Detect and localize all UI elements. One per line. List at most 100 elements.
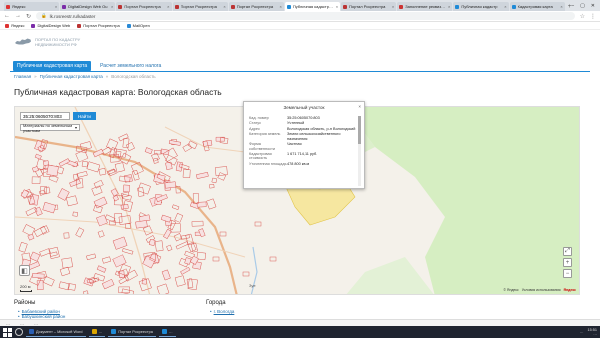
land-parcel[interactable]	[96, 265, 107, 273]
land-parcel[interactable]	[123, 174, 133, 183]
land-parcel[interactable]	[144, 147, 153, 155]
list-link[interactable]: г. Вологда	[214, 309, 235, 314]
land-parcel[interactable]	[57, 188, 70, 201]
portal-logo-text[interactable]: ПОРТАЛ ПО КАДАСТРУ НЕДВИЖИМОСТИ РФ	[35, 37, 80, 47]
land-parcel[interactable]	[42, 201, 57, 214]
browser-tab[interactable]: Публичная кадастровая карта. Вологодская…	[284, 2, 341, 11]
land-parcel[interactable]	[43, 186, 51, 194]
browser-tab[interactable]: Портал Росреестра ×	[172, 2, 228, 11]
url-field[interactable]: 🔒 lk.rosreestr.ru/kadaster	[36, 12, 575, 20]
land-parcel[interactable]	[27, 233, 35, 241]
land-parcel[interactable]	[114, 162, 125, 173]
land-parcel[interactable]	[186, 278, 194, 289]
land-parcel[interactable]	[18, 241, 28, 253]
land-parcel[interactable]	[190, 242, 198, 253]
menu-icon[interactable]: ⋮	[590, 13, 596, 20]
land-parcel[interactable]	[187, 278, 198, 291]
browser-tab[interactable]: Публичная кадастр ×	[453, 2, 509, 11]
land-parcel[interactable]	[156, 283, 170, 295]
close-tab-icon[interactable]: ×	[336, 4, 338, 9]
windows-start-icon[interactable]	[3, 327, 12, 337]
land-parcel[interactable]	[31, 176, 41, 184]
land-parcel[interactable]	[214, 166, 228, 177]
land-parcel[interactable]	[123, 184, 130, 193]
land-parcel[interactable]	[131, 169, 140, 181]
land-parcel[interactable]	[93, 273, 106, 282]
download-item[interactable]: …	[6, 321, 10, 326]
land-parcel[interactable]	[180, 266, 191, 275]
download-item[interactable]: …	[34, 321, 38, 326]
land-parcel[interactable]	[154, 240, 164, 252]
breadcrumb-home[interactable]: Главная	[14, 74, 31, 79]
land-parcel[interactable]	[161, 269, 171, 281]
land-parcel[interactable]	[242, 271, 250, 277]
download-item[interactable]: …	[20, 321, 24, 326]
land-parcel[interactable]	[29, 251, 41, 262]
fullscreen-icon[interactable]: ⤢	[563, 247, 572, 256]
land-parcel[interactable]	[196, 171, 209, 179]
zoom-in-button[interactable]: +	[563, 258, 572, 267]
land-parcel[interactable]	[33, 225, 48, 238]
browser-tab[interactable]: DigitalDesign Web Ou ×	[60, 2, 116, 11]
land-parcel[interactable]	[122, 138, 130, 148]
taskbar-app[interactable]: …	[158, 327, 176, 337]
land-parcel[interactable]	[46, 164, 59, 177]
tab-public-cadastral-map[interactable]: Публичная кадастровая карта	[13, 61, 92, 71]
land-parcel[interactable]	[112, 236, 128, 250]
bookmark-item[interactable]: DigitalDesign Web	[31, 23, 70, 28]
land-parcel[interactable]	[211, 177, 218, 184]
land-parcel[interactable]	[42, 276, 55, 287]
land-parcel[interactable]	[120, 204, 129, 210]
taskbar-app[interactable]: Документ – Microsoft Word	[26, 327, 86, 337]
browser-tab[interactable]: Портал Росреестра ×	[116, 2, 172, 11]
land-parcel[interactable]	[98, 167, 107, 176]
land-parcel[interactable]	[135, 220, 148, 229]
land-parcel[interactable]	[171, 204, 180, 210]
land-parcel[interactable]	[182, 143, 192, 152]
land-parcel[interactable]	[170, 223, 181, 233]
bookmark-star-icon[interactable]: ☆	[580, 13, 585, 20]
taskbar-app[interactable]: …	[88, 327, 106, 337]
land-parcel[interactable]	[61, 257, 73, 269]
land-parcel[interactable]	[185, 233, 194, 246]
land-parcel[interactable]	[110, 188, 119, 197]
land-parcel[interactable]	[22, 224, 36, 237]
land-parcel[interactable]	[92, 148, 104, 158]
land-parcel[interactable]	[40, 225, 50, 235]
land-parcel[interactable]	[160, 214, 172, 223]
land-parcel[interactable]	[97, 230, 105, 238]
close-window-icon[interactable]: ✕	[591, 3, 595, 9]
land-parcel[interactable]	[34, 153, 42, 160]
land-parcel[interactable]	[83, 290, 89, 295]
close-tab-icon[interactable]: ×	[392, 4, 394, 9]
land-parcel[interactable]	[254, 221, 262, 227]
bookmark-item[interactable]: Яндекс	[5, 23, 24, 28]
clock[interactable]: 15:51…	[587, 328, 597, 336]
land-parcel[interactable]	[122, 248, 134, 255]
land-parcel[interactable]	[219, 231, 227, 237]
land-parcel[interactable]	[163, 228, 172, 240]
land-parcel[interactable]	[66, 195, 78, 207]
search-icon[interactable]	[15, 328, 23, 336]
attribution-copyright[interactable]: © Яндекс	[503, 288, 518, 292]
popup-scroll-thumb[interactable]	[358, 116, 361, 144]
close-tab-icon[interactable]: ×	[223, 4, 225, 9]
land-parcel[interactable]	[25, 206, 38, 216]
land-parcel[interactable]	[81, 160, 89, 168]
land-parcel[interactable]	[58, 158, 70, 167]
browser-tab[interactable]: Заполнение реквизитов ×	[397, 2, 453, 11]
land-parcel[interactable]	[182, 169, 191, 178]
close-tab-icon[interactable]: ×	[167, 4, 169, 9]
land-parcel[interactable]	[72, 211, 79, 217]
tray-text[interactable]: …	[580, 330, 584, 334]
russia-map-logo-icon[interactable]	[14, 37, 32, 47]
land-parcel[interactable]	[175, 241, 189, 250]
forward-icon[interactable]: →	[15, 13, 21, 19]
back-icon[interactable]: ←	[4, 13, 10, 19]
land-parcel[interactable]	[86, 161, 101, 173]
browser-tab[interactable]: Кадастровая карта ×	[509, 2, 565, 11]
land-parcel[interactable]	[86, 253, 97, 261]
land-parcel[interactable]	[160, 148, 170, 156]
land-parcel[interactable]	[101, 278, 115, 290]
land-parcel[interactable]	[42, 160, 50, 166]
